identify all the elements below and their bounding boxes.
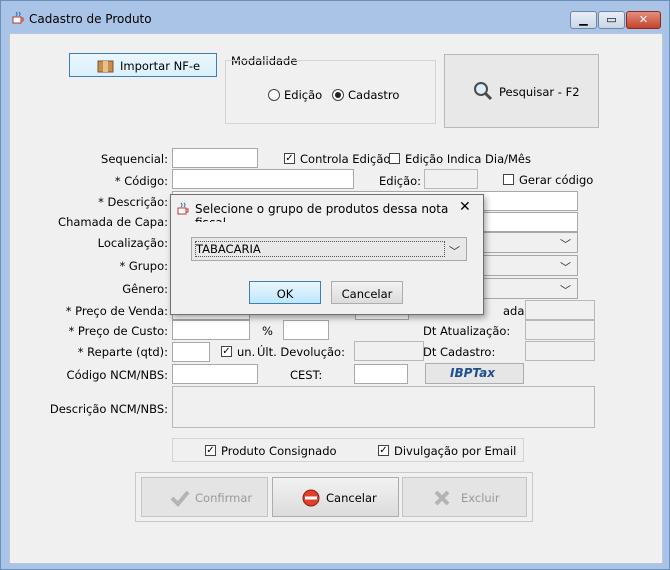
chamada-capa-label: Chamada de Capa: — [58, 215, 168, 229]
close-icon: ✕ — [638, 13, 649, 26]
ultima-entrada-field[interactable] — [525, 300, 595, 320]
cancelar-label: Cancelar — [326, 491, 377, 505]
java-cup-icon — [176, 202, 190, 219]
reparte-label: * Reparte (qtd): — [77, 345, 168, 359]
ibptax-logo: IBPTax — [450, 366, 496, 380]
maximize-icon: ▭ — [606, 13, 617, 26]
dialog-ok-label: OK — [276, 287, 294, 301]
chevron-down-icon: ﹀ — [560, 238, 571, 251]
ibptax-button[interactable]: IBPTax — [425, 363, 524, 384]
controla-edicao-label: Controla Edição — [300, 152, 391, 166]
ult-devolucao-label: Últ. Devolução: — [257, 345, 345, 359]
minimize-button[interactable]: ▁ — [570, 11, 597, 29]
cest-label: CEST: — [290, 368, 323, 382]
chevron-down-icon: ﹀ — [449, 245, 460, 258]
minimize-icon: ▁ — [579, 13, 588, 26]
dt-atualizacao-field[interactable] — [525, 320, 595, 340]
un-checkbox[interactable]: ✓ — [221, 346, 232, 357]
codigo-ncm-label: Código NCM/NBS: — [66, 368, 168, 382]
radio-cadastro-label: Cadastro — [348, 88, 400, 102]
dialog-cancel-label: Cancelar — [341, 287, 393, 301]
descricao-ncm-label: Descrição NCM/NBS: — [49, 402, 168, 416]
dialog-ok-button[interactable]: OK — [249, 281, 321, 304]
java-cup-icon — [11, 11, 25, 25]
genero-label: Gênero: — [122, 282, 168, 296]
cancelar-button[interactable]: Cancelar — [272, 477, 399, 517]
search-label: Pesquisar - F2 — [499, 85, 580, 99]
dialog-body — [171, 222, 483, 314]
produto-consignado-label: Produto Consignado — [221, 444, 337, 458]
import-nfe-label: Importar NF-e — [120, 59, 201, 73]
excluir-button[interactable]: Excluir — [402, 477, 527, 517]
codigo-ncm-field[interactable] — [172, 364, 258, 384]
ult-devolucao-field[interactable] — [354, 341, 424, 361]
import-nfe-button[interactable]: Importar NF-e — [69, 53, 217, 77]
un-label: un. — [237, 345, 256, 359]
search-button[interactable]: Pesquisar - F2 — [444, 54, 599, 128]
divulgacao-email-label: Divulgação por Email — [394, 444, 517, 458]
maximize-button[interactable]: ▭ — [598, 11, 625, 29]
package-icon — [97, 58, 114, 76]
edicao-label: Edição: — [379, 174, 422, 188]
edicao-indica-label: Edição Indica Dia/Mês — [405, 152, 531, 166]
chevron-down-icon: ﹀ — [560, 261, 571, 274]
preco-custo-label: * Preço de Custo: — [68, 324, 168, 338]
descricao-label: * Descrição: — [98, 195, 168, 209]
confirmar-button[interactable]: Confirmar — [141, 477, 268, 517]
percent-field[interactable] — [283, 320, 329, 340]
dt-atualizacao-label: Dt Atualização: — [423, 324, 511, 338]
dialog-cancel-button[interactable]: Cancelar — [331, 281, 403, 304]
descricao-ncm-field[interactable] — [172, 386, 595, 428]
percent-label: % — [262, 324, 273, 338]
x-icon — [433, 489, 451, 510]
sequencial-label: Sequencial: — [101, 152, 168, 166]
cest-field[interactable] — [354, 364, 408, 384]
localizacao-label: Localização: — [97, 236, 168, 250]
gerar-codigo-label: Gerar código — [519, 173, 594, 187]
check-icon — [170, 489, 190, 510]
window-title: Cadastro de Produto — [29, 12, 152, 26]
excluir-label: Excluir — [461, 491, 500, 505]
dialog-close-icon[interactable]: ✕ — [459, 199, 471, 215]
group-select-dialog: Selecione o grupo de produtos dessa nota… — [170, 194, 484, 315]
modalidade-group — [225, 60, 436, 124]
dt-cadastro-label: Dt Cadastro: — [423, 345, 496, 359]
edicao-field[interactable] — [424, 169, 478, 189]
close-button[interactable]: ✕ — [626, 11, 661, 29]
codigo-field[interactable] — [172, 169, 354, 189]
gerar-codigo-checkbox[interactable] — [503, 174, 514, 185]
edicao-indica-checkbox[interactable] — [389, 153, 400, 164]
controla-edicao-checkbox[interactable]: ✓ — [284, 153, 295, 164]
grupo-label: * Grupo: — [119, 259, 168, 273]
title-bar[interactable]: Cadastro de Produto ▁ ▭ ✕ — [1, 1, 669, 31]
chevron-down-icon: ﹀ — [560, 284, 571, 297]
reparte-field[interactable] — [172, 342, 210, 362]
group-select[interactable]: TABACARIA ﹀ — [191, 237, 467, 261]
group-select-value: TABACARIA — [196, 242, 261, 256]
codigo-label: * Código: — [114, 174, 168, 188]
produto-consignado-checkbox[interactable]: ✓ — [205, 445, 216, 456]
radio-cadastro[interactable] — [332, 89, 344, 101]
cancel-icon — [301, 488, 321, 511]
divulgacao-email-checkbox[interactable]: ✓ — [378, 445, 389, 456]
magnifier-icon — [473, 81, 493, 104]
confirmar-label: Confirmar — [195, 491, 253, 505]
radio-edicao[interactable] — [268, 89, 280, 101]
preco-venda-label: * Preço de Venda: — [65, 304, 168, 318]
radio-edicao-label: Edição — [284, 88, 323, 102]
preco-custo-field[interactable] — [172, 320, 250, 340]
dt-cadastro-field[interactable] — [525, 341, 595, 361]
sequencial-field[interactable] — [172, 148, 258, 168]
